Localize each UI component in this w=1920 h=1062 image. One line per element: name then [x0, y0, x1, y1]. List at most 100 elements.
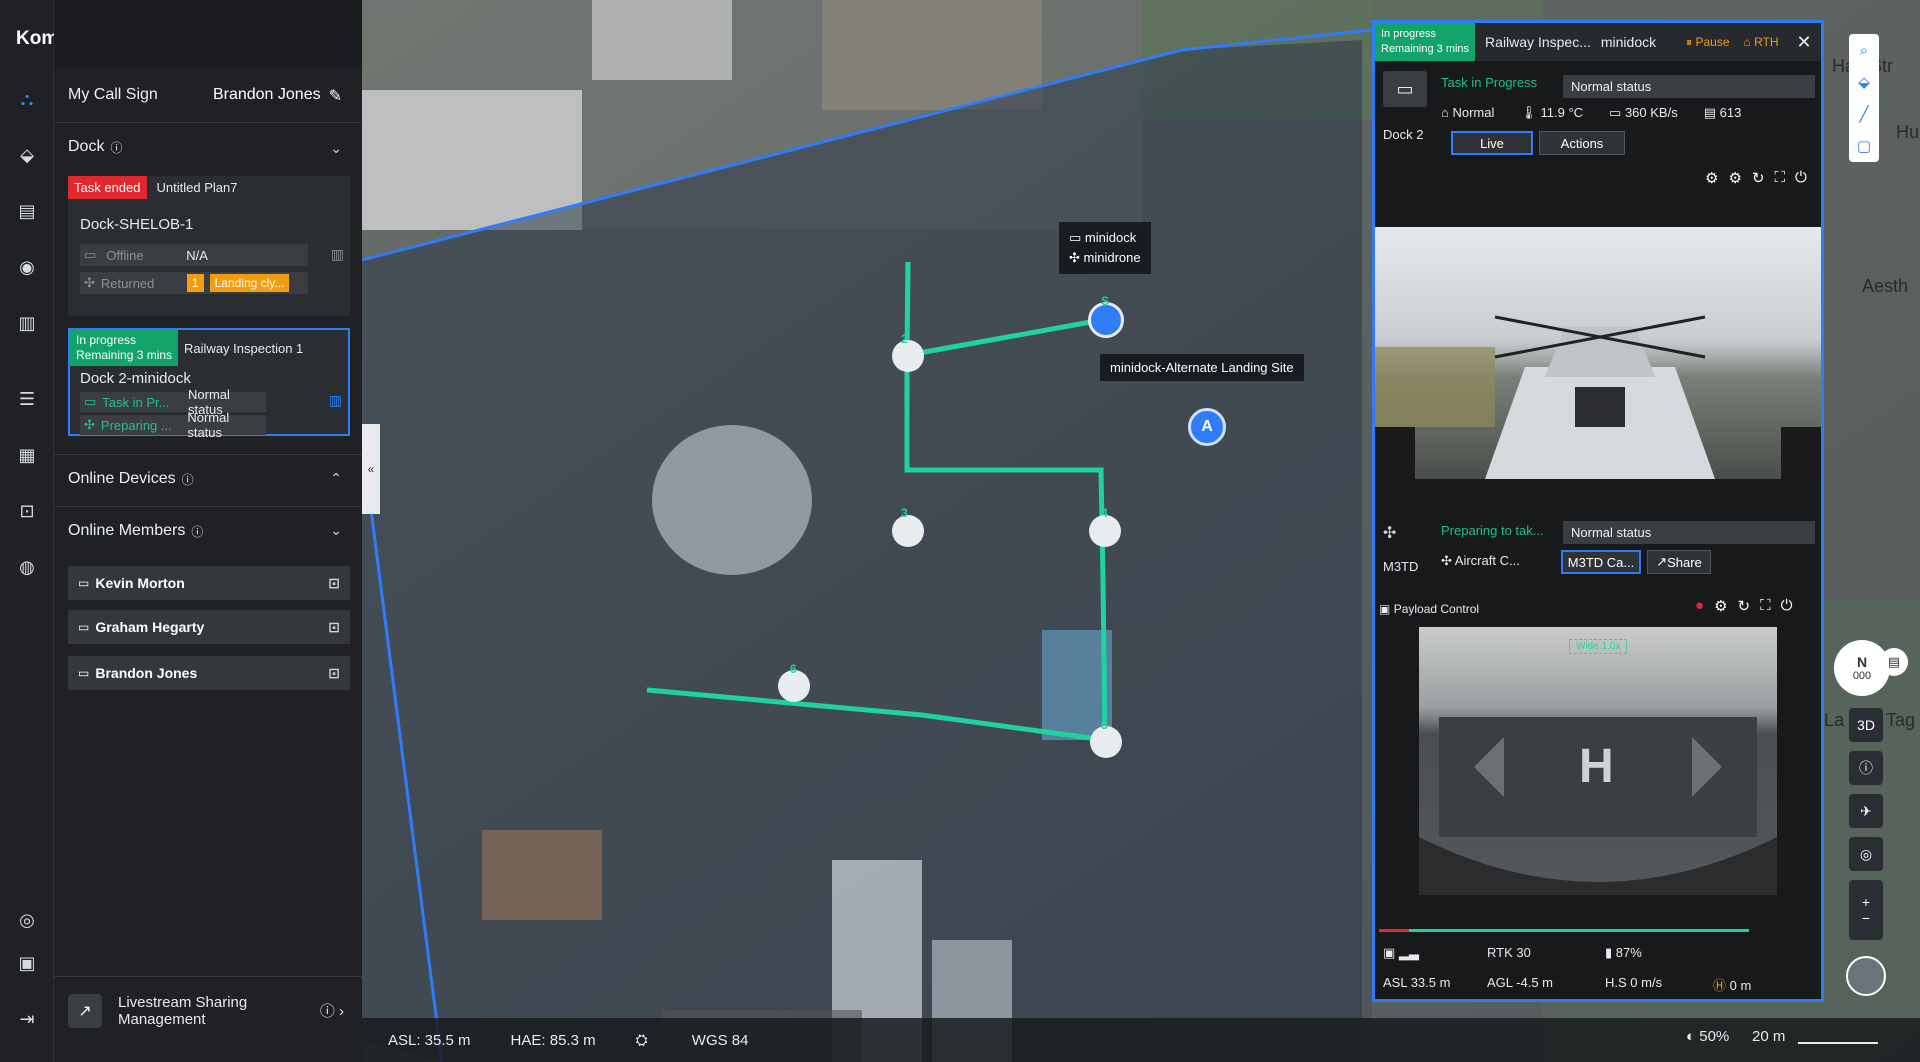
layer-switch[interactable]: [1846, 956, 1886, 996]
task-badge-line-2: Remaining 3 mins: [1381, 43, 1470, 55]
dock-state: Task in Pr...: [102, 394, 170, 410]
task-title: Railway Inspec...: [1485, 34, 1591, 50]
waypoint-marker[interactable]: [892, 515, 924, 547]
line-icon[interactable]: ╱: [1849, 98, 1879, 130]
task-progress-bar: [1379, 929, 1749, 932]
fullscreen-icon[interactable]: ⛶: [1774, 169, 1785, 187]
dock-section-header[interactable]: Dock ⓘ: [68, 138, 122, 156]
edit-icon[interactable]: ✎: [329, 86, 342, 106]
logs-icon[interactable]: ▣: [12, 948, 42, 978]
plan-name: Railway Inspection 1: [184, 340, 304, 356]
globe-icon[interactable]: ◍: [12, 552, 42, 582]
scale-readout: 20 m: [1752, 1028, 1786, 1045]
task-progress-badge: In progress Remaining 3 mins: [1375, 23, 1476, 61]
media-icon[interactable]: ▤: [12, 196, 42, 226]
locate-icon[interactable]: ⊡: [328, 619, 340, 636]
member-item[interactable]: ▭ Graham Hegarty ⊡: [68, 610, 350, 644]
dock-card-minidock[interactable]: In progress Remaining 3 mins Railway Ins…: [68, 328, 350, 440]
actions-button[interactable]: Actions: [1539, 131, 1625, 155]
map-tools-top: ⌕ ⬙ ╱ ▢: [1849, 34, 1879, 162]
place-label: Hur: [1896, 122, 1920, 142]
zoom-in-icon[interactable]: +: [1862, 894, 1870, 910]
divider: [54, 976, 362, 977]
refresh-icon[interactable]: ↻: [1738, 597, 1751, 615]
chat-icon[interactable]: ▤: [1880, 648, 1908, 676]
3d-toggle[interactable]: 3D: [1849, 708, 1883, 742]
power-icon[interactable]: ⏻: [1781, 597, 1793, 615]
record-icon[interactable]: ●: [1695, 597, 1704, 615]
member-item[interactable]: ▭ Kevin Morton ⊡: [68, 566, 350, 600]
chevron-down-icon[interactable]: ⌄: [330, 522, 342, 539]
help-icon[interactable]: ◎: [12, 905, 42, 935]
logout-icon[interactable]: ⇥: [12, 1004, 42, 1034]
drone-status-row: ✣ Preparing ... Normal status: [80, 410, 266, 440]
pause-button[interactable]: ⏸ Pause: [1686, 35, 1729, 50]
online-members-header[interactable]: Online Members ⓘ: [68, 522, 203, 540]
pause-label: Pause: [1695, 34, 1730, 49]
drone-icon: ✣: [84, 275, 95, 290]
dock-state: Offline: [106, 247, 144, 263]
aircraft-status: Normal status: [1563, 521, 1815, 544]
payload-video[interactable]: H Wide 1.0x: [1419, 627, 1777, 895]
info-icon[interactable]: ⓘ: [182, 471, 194, 488]
power-icon[interactable]: ⏻: [1795, 169, 1807, 187]
dock-metrics: ⌂ Normal 🌡 11.9 °C ▭ 360 KB/s ▤ 613: [1441, 105, 1741, 121]
svg-text:H: H: [1579, 740, 1614, 793]
member-item[interactable]: ▭ Brandon Jones ⊡: [68, 656, 350, 690]
calendar-icon[interactable]: ▦: [12, 440, 42, 470]
collapse-panel-button[interactable]: «: [362, 424, 380, 514]
info-icon[interactable]: ⓘ: [191, 523, 203, 540]
chevron-up-icon[interactable]: ⌃: [330, 470, 342, 487]
info-icon[interactable]: ⓘ: [1849, 751, 1883, 785]
locate-icon[interactable]: ⊡: [328, 575, 340, 592]
rth-button[interactable]: ⌂ RTH: [1744, 35, 1779, 49]
dock-live-video[interactable]: [1375, 227, 1821, 479]
waypoint-label: 4: [1101, 506, 1108, 520]
info-chevron[interactable]: ⓘ ›: [320, 1000, 344, 1021]
livestream-sharing[interactable]: ↗ Livestream Sharing Management ⓘ ›: [54, 978, 362, 1062]
scale-bar: [1798, 1042, 1878, 1044]
pin-icon[interactable]: ⬙: [1849, 66, 1879, 98]
progress-start-segment: [1379, 929, 1409, 932]
dock-name: Dock 2: [1383, 127, 1424, 142]
dock-card-shelob[interactable]: Task ended Untitled Plan7 Dock-SHELOB-1 …: [68, 176, 350, 316]
photos-icon[interactable]: ⊡: [12, 496, 42, 526]
aircraft-icon[interactable]: ✈: [1849, 794, 1883, 828]
map-pin-icon[interactable]: ⬙: [12, 140, 42, 170]
hae-readout: HAE: 85.3 m: [510, 1031, 596, 1049]
live-button[interactable]: Live: [1451, 131, 1533, 155]
online-devices-header[interactable]: Online Devices ⓘ: [68, 470, 194, 488]
screen-icon[interactable]: ▥: [331, 246, 344, 263]
alt-landing-icon[interactable]: A: [1188, 408, 1226, 446]
monitor-icon: ▭: [78, 576, 90, 590]
flight-hub-icon[interactable]: ⛬: [12, 84, 42, 114]
area-icon[interactable]: ▢: [1849, 130, 1879, 162]
screen-icon[interactable]: ▥: [329, 392, 342, 409]
chevron-down-icon[interactable]: ⌄: [330, 140, 342, 157]
search-icon[interactable]: ⌕: [1849, 34, 1879, 66]
tooltip-drone: minidrone: [1083, 250, 1141, 265]
gear-icon[interactable]: ⚙: [1714, 597, 1727, 615]
task-badge-line-1: In progress: [1381, 28, 1437, 40]
m3td-camera-button[interactable]: M3TD Ca...: [1561, 550, 1641, 574]
zoom-out-icon[interactable]: −: [1862, 910, 1870, 926]
locate-icon[interactable]: ⊡: [328, 665, 340, 682]
share-button[interactable]: ↗ Share: [1647, 550, 1711, 574]
fullscreen-icon[interactable]: ⛶: [1760, 597, 1771, 615]
tasks-icon[interactable]: ☰: [12, 384, 42, 414]
aircraft-camera-button[interactable]: ✣ Aircraft C...: [1441, 553, 1520, 569]
waypoint-marker[interactable]: [892, 340, 924, 372]
call-sign[interactable]: Brandon Jones ✎: [213, 86, 342, 106]
drone-state: Returned: [100, 275, 155, 291]
settings-off-icon[interactable]: ⚙: [1705, 169, 1718, 187]
models-icon[interactable]: ▥: [12, 308, 42, 338]
home-distance-value: 0 m: [1729, 978, 1752, 993]
locate-icon[interactable]: ◎: [1849, 837, 1883, 871]
asl-readout: ASL 33.5 m: [1383, 975, 1451, 990]
info-icon[interactable]: ⓘ: [110, 139, 122, 156]
dock-status-row: ▭ Task in Pr... Normal status: [80, 387, 266, 417]
device-icon[interactable]: ◉: [12, 252, 42, 282]
refresh-icon[interactable]: ↻: [1752, 169, 1765, 187]
gear-icon[interactable]: ⚙: [1728, 169, 1741, 187]
close-icon[interactable]: ✕: [1797, 32, 1812, 53]
